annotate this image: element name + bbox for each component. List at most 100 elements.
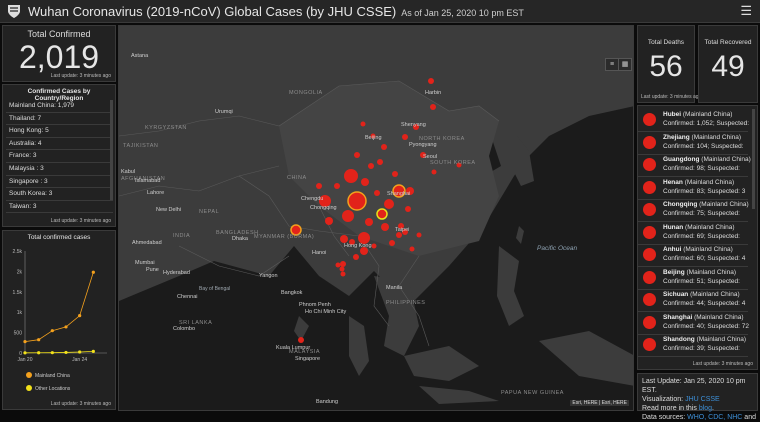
province-name: Guangdong (Mainland China) (663, 156, 751, 163)
header-bar: Wuhan Coronavirus (2019-nCoV) Global Cas… (0, 0, 760, 23)
map-label: INDIA (173, 233, 191, 239)
data-point (23, 340, 27, 344)
province-name: Sichuan (Mainland China) (663, 291, 740, 298)
province-list-update: Last update: 3 minutes ago (692, 361, 753, 367)
case-dot-icon (643, 203, 656, 216)
total-confirmed-panel: Total Confirmed 2,019 Last update: 3 min… (2, 25, 116, 82)
map-label: CHINA (287, 175, 307, 181)
map-label: Chongqing (310, 205, 337, 211)
country-list-item[interactable]: Singapore : 3 (6, 176, 113, 189)
total-recovered-panel: Total Recovered 49 (698, 25, 758, 103)
map-label: Astana (131, 53, 149, 59)
data-point (64, 350, 68, 355)
case-dot-icon (643, 113, 656, 126)
case-bubble (368, 163, 374, 169)
total-deaths-label: Total Deaths (647, 39, 685, 46)
case-bubble (365, 218, 373, 226)
map-label: Lahore (147, 190, 165, 196)
case-bubble (428, 78, 434, 84)
case-bubble (381, 223, 389, 231)
province-list-item[interactable]: Anhui (Mainland China) Confirmed: 60; Sus… (638, 244, 748, 267)
legend-marker (26, 372, 32, 378)
data-sources-link[interactable]: WHO, CDC, NHC (687, 414, 742, 421)
map-label: Chengdu (301, 196, 324, 202)
map-label: NEPAL (199, 209, 220, 215)
province-list-item[interactable]: Hunan (Mainland China) Confirmed: 69; Sus… (638, 222, 748, 245)
case-dot-icon (643, 180, 656, 194)
data-point (91, 270, 95, 274)
country-list-item[interactable]: Taiwan: 3 (6, 201, 113, 214)
province-list-item[interactable]: Chongqing (Mainland China) Confirmed: 75;… (638, 199, 749, 222)
case-bubble (344, 169, 358, 183)
series-line (24, 350, 94, 354)
country-list: Mainland China: 1,979 Thailand: 7 Hong K… (6, 100, 113, 214)
grid-view-icon[interactable]: ▦ (618, 58, 632, 71)
province-list-item[interactable]: Shanghai (Mainland China) Confirmed: 40; … (638, 312, 749, 335)
country-list-item[interactable]: France: 3 (6, 150, 113, 163)
chart-update: Last update: 3 minutes ago (50, 401, 111, 407)
country-list-scrollbar[interactable] (110, 100, 113, 200)
province-detail: Confirmed: 98; Suspected: (663, 165, 740, 172)
country-list-update: Last update: 3 minutes ago (50, 218, 111, 224)
map-view[interactable]: Astana MONGOLIA Urumqi Harbin Shenyang B… (118, 25, 634, 411)
confirmed-cases-chart: 05001k1.5k2k2.5kJan 20 Jan 24Mainland Chi… (13, 249, 107, 392)
map-label: Ho Chi Minh City (305, 309, 347, 315)
case-bubble (409, 246, 415, 252)
province-detail: Confirmed: 83; Suspected: 3 (663, 187, 746, 195)
country-list-item[interactable]: South Korea: 3 (6, 188, 113, 201)
province-detail: Confirmed: 51; Suspected: (663, 277, 740, 285)
chart-heading: Total confirmed cases (27, 234, 91, 241)
map-label: Colombo (173, 326, 196, 332)
province-list-item[interactable]: Sichuan (Mainland China) Confirmed: 44; S… (638, 289, 748, 312)
menu-icon[interactable]: ☰ (740, 3, 752, 19)
case-bubble (354, 152, 360, 158)
country-list-item[interactable]: Malaysia : 3 (6, 163, 113, 176)
country-list-item[interactable]: Mainland China: 1,979 (6, 100, 113, 113)
data-point (78, 350, 82, 354)
province-list-item[interactable]: Henan (Mainland China) Confirmed: 83; Sus… (638, 177, 748, 200)
map-label: Harbin (425, 90, 442, 96)
data-point (50, 351, 54, 355)
province-list-item[interactable]: Zhejiang (Mainland China) Confirmed: 104;… (638, 132, 748, 155)
country-list-item[interactable]: Australia: 4 (6, 138, 113, 151)
province-name: Beijing (Mainland China) (663, 268, 736, 276)
province-list-item[interactable]: Guangdong (Mainland China) Confirmed: 98;… (638, 154, 751, 177)
province-name: Zhejiang (Mainland China) (663, 133, 742, 141)
case-bubble (376, 208, 388, 220)
province-detail: Confirmed: 44; Suspected: 4 (663, 300, 746, 307)
case-bubble (316, 183, 322, 189)
total-confirmed-label: Total Confirmed (27, 29, 91, 39)
map-label: Taipei (395, 227, 410, 233)
case-bubble (371, 243, 377, 249)
map-label: Hyderabad (163, 270, 190, 276)
map-label: Bay of Bengal (199, 286, 231, 292)
x-tick-label: Jan 20 (17, 357, 32, 363)
province-list-item[interactable]: Hubei (Mainland China) Confirmed: 1,052; … (638, 109, 749, 132)
case-bubble (377, 159, 383, 165)
info-panel: Last Update: Jan 25, 2020 10 pm EST. Vis… (637, 373, 758, 421)
case-dot-icon (643, 315, 656, 329)
map-label: Urumqi (215, 109, 233, 115)
case-bubble (325, 217, 333, 225)
data-point (37, 338, 41, 342)
province-detail: Confirmed: 69; Suspected: (663, 232, 740, 240)
country-list-item[interactable]: Hong Kong: 5 (6, 125, 113, 138)
y-tick-label: 500 (14, 331, 23, 337)
province-name: Hunan (Mainland China) (663, 223, 735, 231)
jhu-shield-icon (8, 5, 20, 18)
province-list-item[interactable]: Shandong (Mainland China) Confirmed: 39; … (638, 334, 748, 357)
country-list-item[interactable]: Thailand: 7 (6, 113, 113, 126)
y-tick-label: 1k (17, 310, 23, 316)
case-bubble (334, 183, 340, 189)
map-label: Hanoi (312, 250, 327, 256)
case-bubbles[interactable] (119, 26, 634, 411)
map-label: Shenyang (401, 122, 426, 128)
info-text: Last Update: Jan 25, 2020 10 pm EST. Vis… (642, 377, 757, 422)
list-view-icon[interactable]: ≡ (605, 58, 619, 71)
case-bubble (353, 254, 359, 260)
jhu-csse-link[interactable]: JHU CSSE (685, 396, 720, 403)
province-list-scrollbar[interactable] (752, 109, 755, 209)
as-of-date: As of Jan 25, 2020 10 pm EST (401, 8, 524, 18)
province-list-item[interactable]: Beijing (Mainland China) Confirmed: 51; S… (638, 267, 748, 290)
case-bubble (340, 261, 346, 267)
